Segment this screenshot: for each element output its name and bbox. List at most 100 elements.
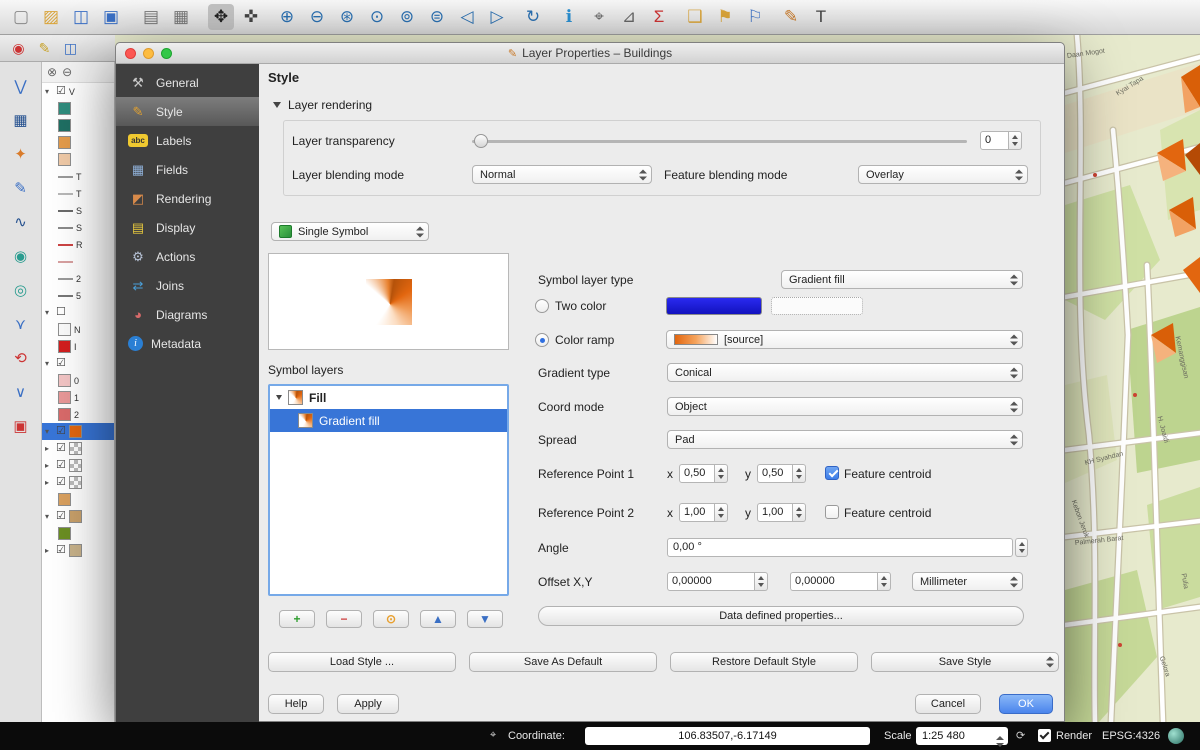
layer-row[interactable] (42, 525, 114, 542)
spin-value[interactable]: 0 (980, 131, 1009, 150)
dialog-titlebar[interactable]: ✎ Layer Properties – Buildings (116, 43, 1064, 64)
zoom-native-icon[interactable]: ⊙ (364, 4, 390, 30)
layer-row[interactable]: ▾ ☑ (42, 508, 114, 525)
layer-row[interactable]: ▾ ☑ (42, 355, 114, 372)
show-bookmarks-icon[interactable]: ⚐ (742, 4, 768, 30)
sidebar-item-style[interactable]: ✎ Style (116, 97, 259, 126)
stepper-icon[interactable] (715, 503, 728, 522)
zoom-out-icon[interactable]: ⊖ (304, 4, 330, 30)
zoom-to-layer-icon[interactable]: ⊜ (424, 4, 450, 30)
layer-checkbox[interactable]: ☑ (56, 545, 66, 556)
sidebar-item-labels[interactable]: abc Labels (116, 126, 259, 155)
node-tool-icon[interactable]: ▦ (9, 108, 33, 132)
zoom-button[interactable] (161, 48, 172, 59)
expander-icon[interactable]: ▸ (45, 461, 53, 470)
render-checkbox[interactable] (1038, 729, 1051, 742)
tree-row-gradient-fill[interactable]: Gradient fill (270, 409, 507, 432)
scale-combo[interactable]: 1:25 480 (916, 727, 1008, 745)
layer-row[interactable]: ▾ ☑ V (42, 83, 114, 100)
minimize-button[interactable] (143, 48, 154, 59)
layer-row[interactable]: ▾ ☑ (42, 423, 114, 440)
spin-value[interactable]: 1,00 (679, 503, 715, 522)
color-ramp-radio[interactable] (535, 333, 549, 347)
layer-row[interactable]: ▾ ☐ (42, 304, 114, 321)
expander-icon[interactable]: ▾ (45, 87, 53, 96)
expander-icon[interactable] (276, 395, 282, 400)
save-style-button[interactable]: Save Style (871, 652, 1059, 672)
symbol-layers-tree[interactable]: Fill Gradient fill (268, 384, 509, 596)
cancel-button[interactable]: Cancel (915, 694, 981, 714)
annotation-icon[interactable]: ✎ (778, 4, 804, 30)
load-style-button[interactable]: Load Style ... (268, 652, 456, 672)
layer-checkbox[interactable]: ☑ (56, 358, 66, 369)
gradient-type-select[interactable]: Conical (667, 363, 1023, 382)
zoom-last-icon[interactable]: ◁ (454, 4, 480, 30)
statistics-icon[interactable]: Σ (646, 4, 672, 30)
transparency-slider[interactable] (472, 133, 967, 149)
close-button[interactable] (125, 48, 136, 59)
pan-map-icon[interactable]: ✥ (208, 4, 234, 30)
globe-icon[interactable]: ◉ (9, 244, 33, 268)
map-tips-icon[interactable]: ❑ (682, 4, 708, 30)
layer-rendering-toggle[interactable]: Layer rendering (273, 98, 372, 112)
measure-icon[interactable]: ⊿ (616, 4, 642, 30)
save-project-icon[interactable]: ◫ (68, 4, 94, 30)
layer-row[interactable]: 5 (42, 287, 114, 304)
two-color-radio[interactable] (535, 299, 549, 313)
expander-icon[interactable]: ▸ (45, 444, 53, 453)
stepper-icon[interactable] (1009, 131, 1022, 150)
symbol-layer-type-select[interactable]: Gradient fill (781, 270, 1023, 289)
delete-part-icon[interactable]: ▣ (9, 414, 33, 438)
expander-icon[interactable]: ▾ (45, 427, 53, 436)
undo-point-icon[interactable]: ⟲ (9, 346, 33, 370)
layer-row[interactable]: 0 (42, 372, 114, 389)
stepper-icon[interactable] (878, 572, 891, 591)
open-project-icon[interactable]: ▨ (38, 4, 64, 30)
coordinate-input[interactable]: 106.83507,-6.17149 (585, 727, 870, 745)
save-as-icon[interactable]: ▣ (98, 4, 124, 30)
layer-row[interactable]: S (42, 219, 114, 236)
ref1-y-spinbox[interactable]: 0,50 (757, 464, 806, 483)
ok-button[interactable]: OK (999, 694, 1053, 714)
ref1-centroid-checkbox[interactable] (825, 466, 839, 480)
angle-field[interactable]: 0,00 ° (667, 538, 1013, 557)
spin-value[interactable]: 1,00 (757, 503, 793, 522)
new-bookmark-icon[interactable]: ⚑ (712, 4, 738, 30)
stepper-icon[interactable] (715, 464, 728, 483)
layer-checkbox[interactable]: ☑ (56, 443, 66, 454)
composer-manager-icon[interactable]: ▦ (168, 4, 194, 30)
crs-status-label[interactable]: EPSG:4326 (1102, 730, 1160, 742)
sidebar-item-diagrams[interactable]: ◕ Diagrams (116, 300, 259, 329)
move-down-button[interactable]: ▼ (467, 610, 503, 628)
sidebar-item-display[interactable]: ▤ Display (116, 213, 259, 242)
layer-row[interactable]: R (42, 236, 114, 253)
save-as-default-button[interactable]: Save As Default (469, 652, 657, 672)
layer-row[interactable]: ▸ ☑ (42, 542, 114, 559)
spread-select[interactable]: Pad (667, 430, 1023, 449)
offset-unit-select[interactable]: Millimeter (912, 572, 1023, 591)
move-up-button[interactable]: ▲ (420, 610, 456, 628)
layer-checkbox[interactable]: ☑ (56, 477, 66, 488)
text-annotation-icon[interactable]: T (808, 4, 834, 30)
ref1-x-spinbox[interactable]: 0,50 (679, 464, 728, 483)
layer-checkbox[interactable]: ☑ (56, 460, 66, 471)
expander-icon[interactable]: ▸ (45, 478, 53, 487)
stepper-icon[interactable] (755, 572, 768, 591)
layer-blend-select[interactable]: Normal (472, 165, 652, 184)
refresh-scale-icon[interactable]: ⟳ (1016, 729, 1025, 742)
layer-row[interactable] (42, 117, 114, 134)
expander-icon[interactable]: ▾ (45, 512, 53, 521)
spin-value[interactable]: 0,50 (679, 464, 715, 483)
slider-handle[interactable] (474, 134, 488, 148)
offset-y-spinbox[interactable]: 0,00000 (790, 572, 891, 591)
data-defined-properties-button[interactable]: Data defined properties... (538, 606, 1024, 626)
crs-globe-icon[interactable] (1168, 728, 1184, 744)
tree-row-fill[interactable]: Fill (270, 386, 507, 409)
spin-value[interactable]: 0,00000 (667, 572, 755, 591)
collapse-all-icon[interactable]: ⊖ (62, 65, 72, 79)
feature-blend-select[interactable]: Overlay (858, 165, 1028, 184)
globe-alt-icon[interactable]: ◎ (9, 278, 33, 302)
digitize-polyline-icon[interactable]: ⋁ (9, 74, 33, 98)
layer-row[interactable] (42, 134, 114, 151)
add-feature-icon[interactable]: ✦ (9, 142, 33, 166)
